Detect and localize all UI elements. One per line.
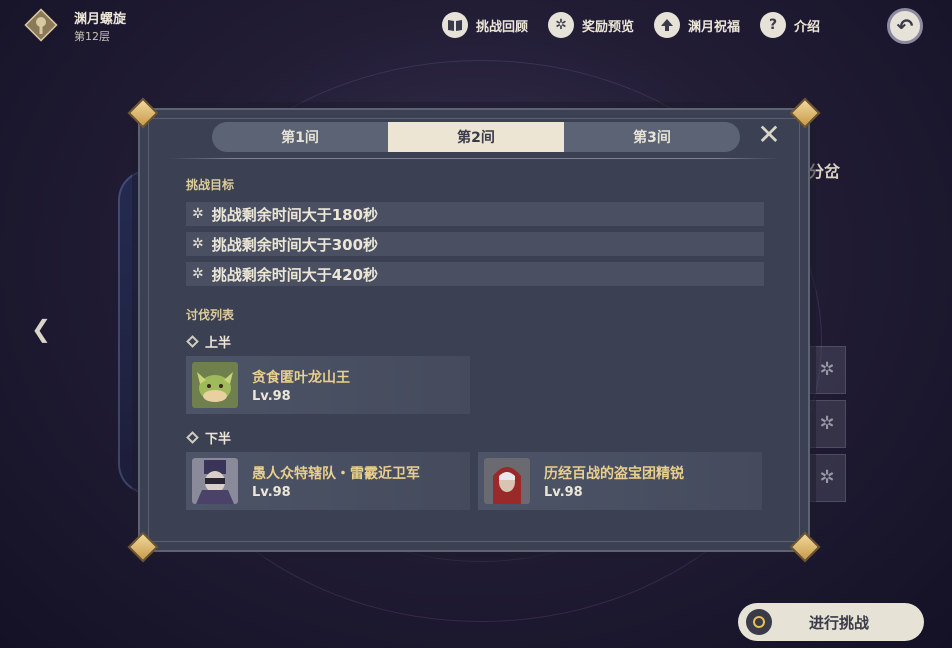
background-tile-icon: ✲ xyxy=(808,400,846,448)
enemy-info: 愚人众特辖队・雷霰近卫军 Lv.98 xyxy=(252,463,420,500)
background-tile-icon: ✲ xyxy=(808,346,846,394)
star-icon: ✲ xyxy=(192,266,204,282)
question-icon: ? xyxy=(760,12,787,38)
floor-label: 第12层 xyxy=(74,30,110,43)
return-arrow-icon: ↶ xyxy=(896,14,914,38)
enemy-card[interactable]: 历经百战的盗宝团精锐 Lv.98 xyxy=(478,452,762,510)
intro-button[interactable]: ? 介绍 xyxy=(760,12,820,38)
up-arrow-icon xyxy=(654,12,681,38)
dragon-portrait-icon xyxy=(192,362,238,408)
second-half-text: 下半 xyxy=(205,432,232,447)
enemy-level: Lv.98 xyxy=(252,388,291,404)
goal-text: 挑战剩余时间大于180秒 xyxy=(211,205,379,224)
enemy-name: 愚人众特辖队・雷霰近卫军 xyxy=(252,465,420,482)
goal-text: 挑战剩余时间大于300秒 xyxy=(211,235,379,254)
first-half-text: 上半 xyxy=(205,336,232,351)
left-chevron-icon[interactable]: ❮ xyxy=(28,316,54,342)
tab-chamber-3[interactable]: 第3间 xyxy=(564,122,740,152)
reward-preview-label: 奖励预览 xyxy=(582,19,635,35)
gear-star-icon: ✲ xyxy=(548,12,575,38)
second-half-label: 下半 xyxy=(186,428,232,447)
intro-label: 介绍 xyxy=(794,19,821,35)
challenge-review-label: 挑战回顾 xyxy=(476,19,529,35)
first-half-label: 上半 xyxy=(186,332,232,351)
blessing-label: 渊月祝福 xyxy=(688,19,741,35)
close-icon[interactable]: ✕ xyxy=(756,121,782,149)
diamond-icon xyxy=(186,431,199,444)
goal-row: ✲ 挑战剩余时间大于420秒 xyxy=(186,262,764,286)
challenge-review-button[interactable]: 挑战回顾 xyxy=(442,12,528,38)
reward-preview-button[interactable]: ✲ 奖励预览 xyxy=(548,12,634,38)
blessing-button[interactable]: 渊月祝福 xyxy=(654,12,740,38)
diamond-icon xyxy=(186,335,199,348)
goals-heading: 挑战目标 xyxy=(186,178,235,192)
tab-chamber-1[interactable]: 第1间 xyxy=(212,122,388,152)
back-button[interactable]: ↶ xyxy=(887,8,923,44)
enemy-card[interactable]: 愚人众特辖队・雷霰近卫军 Lv.98 xyxy=(186,452,470,510)
enemy-name: 历经百战的盗宝团精锐 xyxy=(544,465,684,482)
chamber-tabs: 第1间 第2间 第3间 xyxy=(212,122,740,152)
background-tile-icon: ✲ xyxy=(808,454,846,502)
goal-row: ✲ 挑战剩余时间大于180秒 xyxy=(186,202,764,226)
guard-portrait-icon xyxy=(192,458,238,504)
star-icon: ✲ xyxy=(192,236,204,252)
start-challenge-label: 进行挑战 xyxy=(808,613,869,632)
enemy-info: 贪食匿叶龙山王 Lv.98 xyxy=(252,367,350,404)
page-title: 渊月螺旋 xyxy=(74,12,127,27)
star-icon: ✲ xyxy=(192,206,204,222)
goal-row: ✲ 挑战剩余时间大于300秒 xyxy=(186,232,764,256)
start-challenge-button[interactable]: 进行挑战 xyxy=(738,603,924,641)
circle-confirm-icon xyxy=(746,609,772,635)
enemy-level: Lv.98 xyxy=(252,484,291,500)
treasure-hoarder-portrait-icon xyxy=(484,458,530,504)
enemy-card[interactable]: 贪食匿叶龙山王 Lv.98 xyxy=(186,356,470,414)
chamber-details-modal: 第1间 第2间 第3间 ✕ 挑战目标 ✲ 挑战剩余时间大于180秒 ✲ 挑战剩余… xyxy=(127,97,821,563)
book-icon xyxy=(442,12,468,38)
top-navigation: 挑战回顾 ✲ 奖励预览 渊月祝福 ? 介绍 xyxy=(442,12,820,38)
enemy-list-heading: 讨伐列表 xyxy=(186,308,235,322)
enemy-name: 贪食匿叶龙山王 xyxy=(252,369,350,386)
tab-chamber-2[interactable]: 第2间 xyxy=(388,122,564,152)
background-branch-label: 分岔 xyxy=(808,162,841,181)
abyss-logo-icon xyxy=(24,8,58,42)
enemy-info: 历经百战的盗宝团精锐 Lv.98 xyxy=(544,463,684,500)
goal-text: 挑战剩余时间大于420秒 xyxy=(211,265,379,284)
divider xyxy=(170,158,778,159)
enemy-level: Lv.98 xyxy=(544,484,583,500)
